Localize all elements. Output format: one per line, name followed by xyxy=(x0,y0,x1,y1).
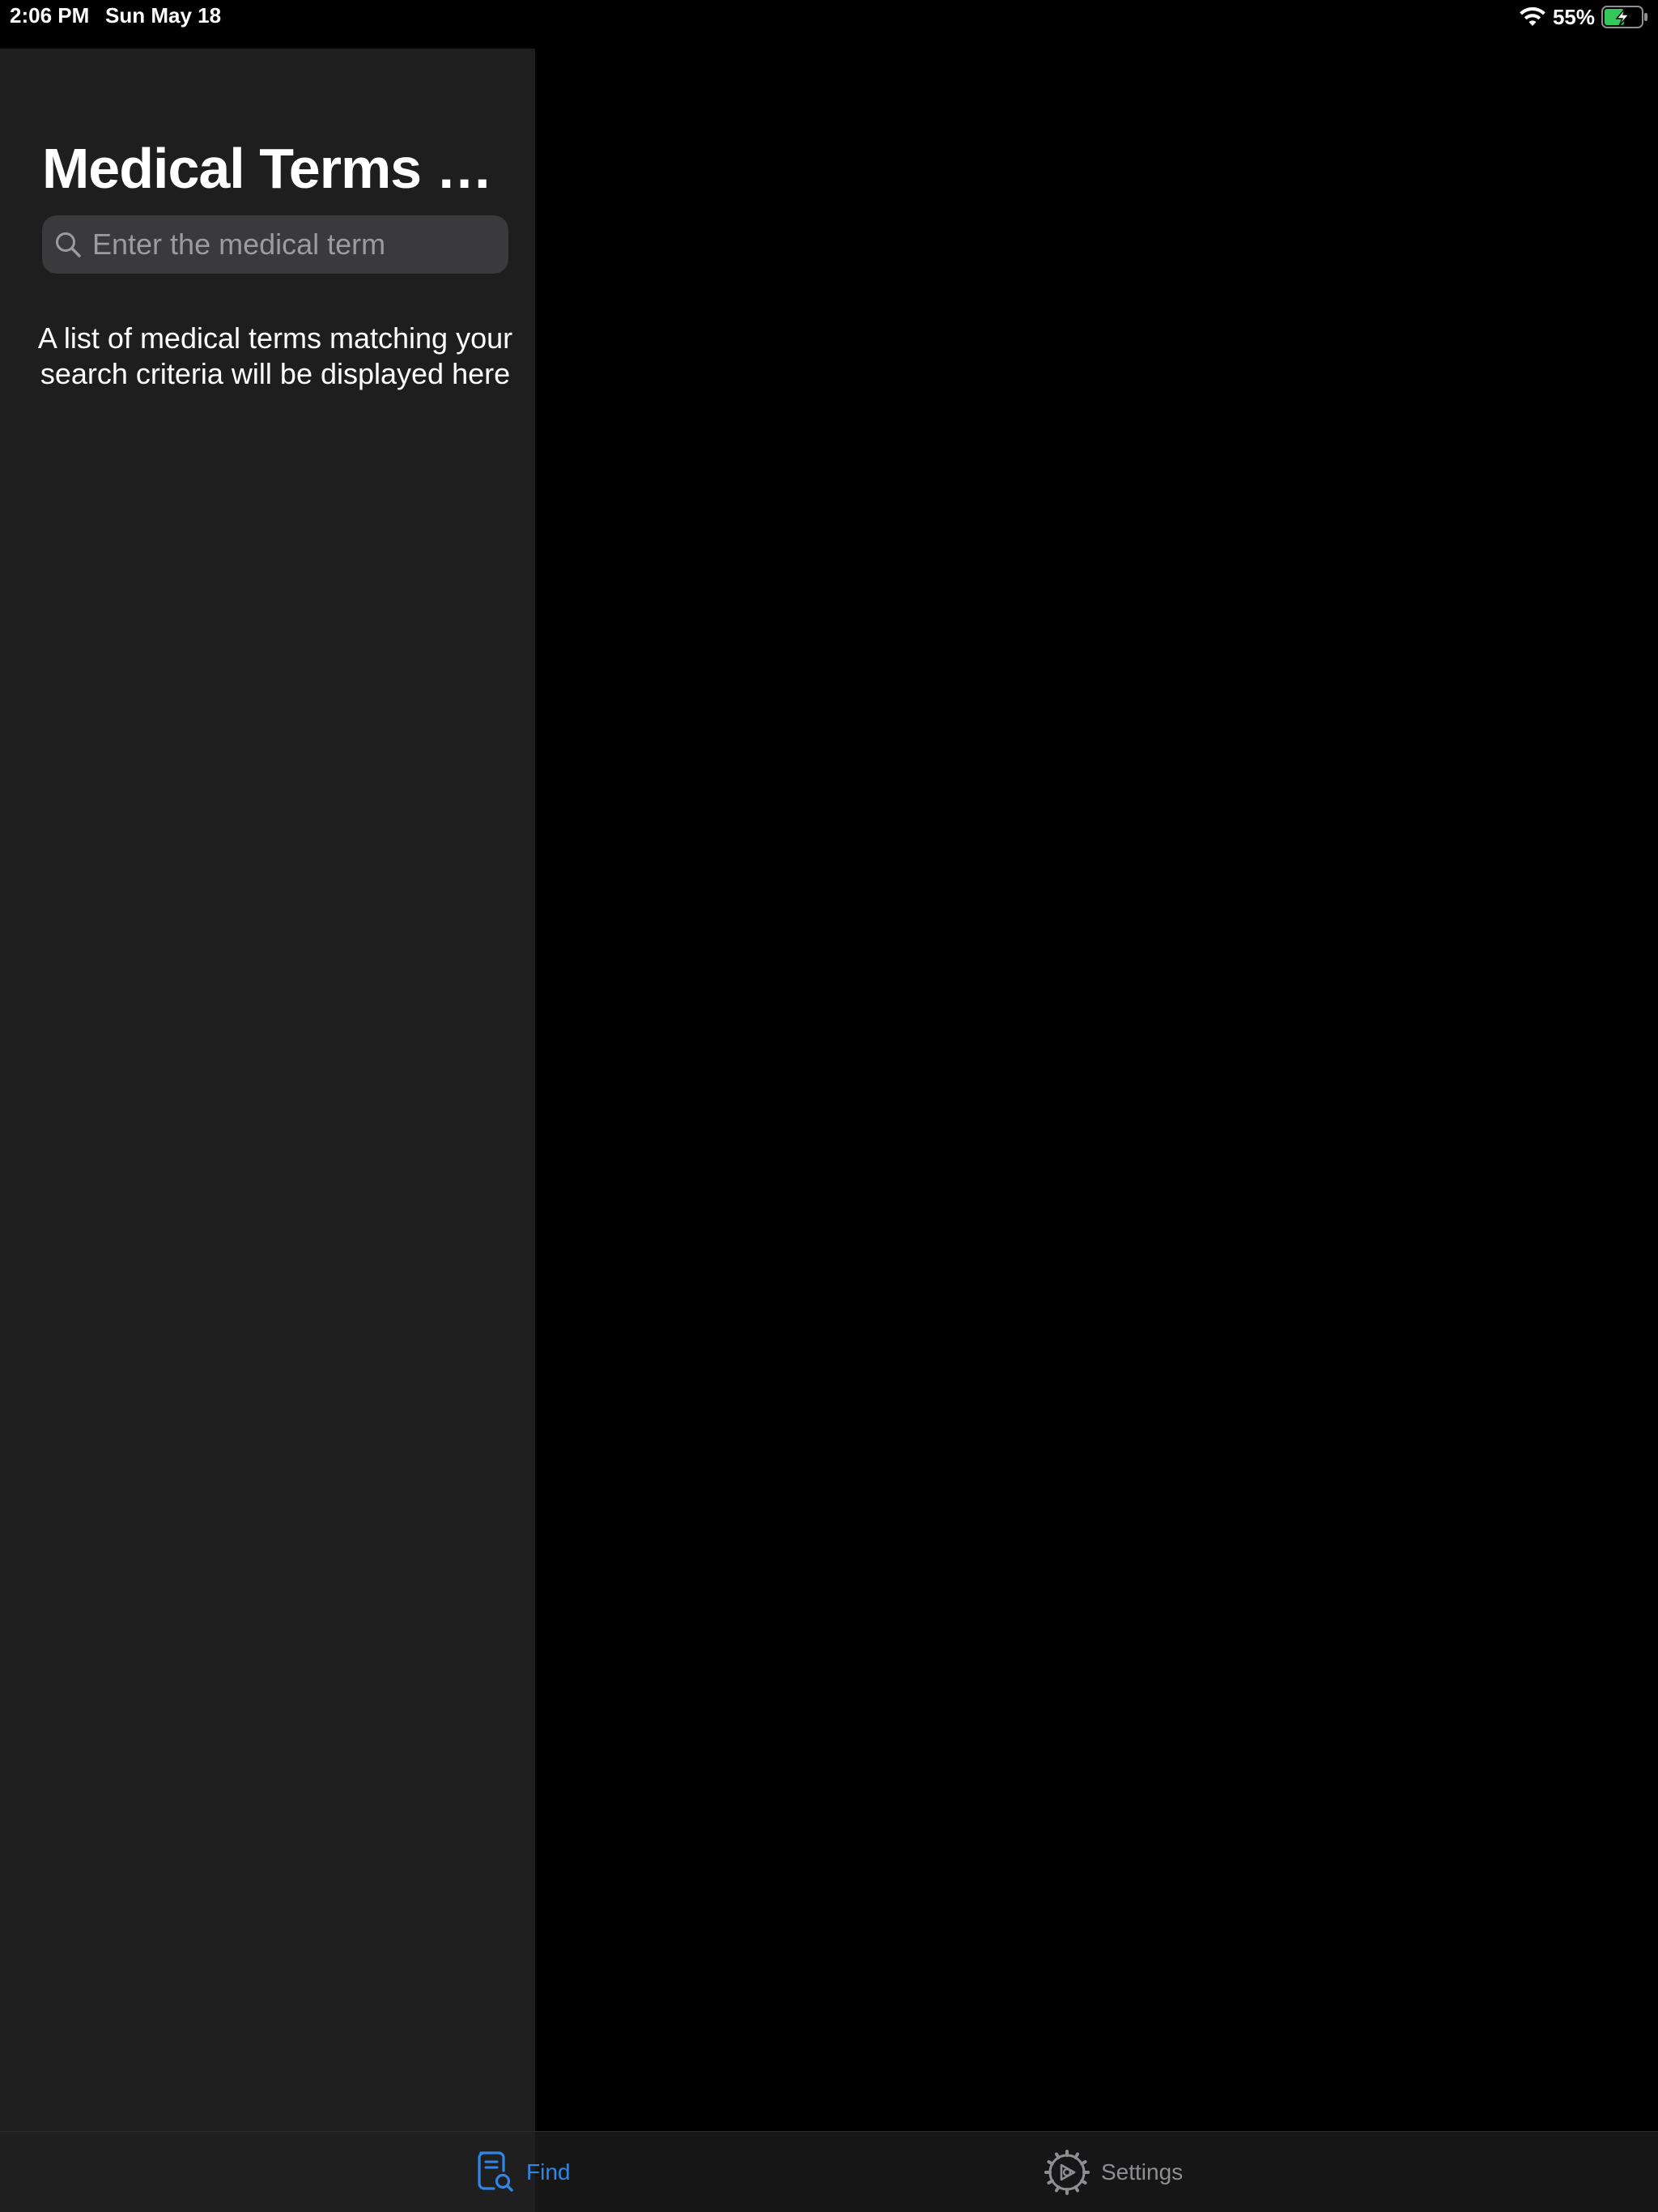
gear-tooth xyxy=(1047,2160,1054,2166)
gear-tooth xyxy=(1073,2152,1079,2159)
status-bar: 2:06 PM Sun May 18 55% xyxy=(0,0,1658,49)
page-title: Medical Terms S... xyxy=(42,137,512,200)
search-icon xyxy=(56,232,81,257)
sidebar: Medical Terms S... A list of medical ter… xyxy=(0,49,535,2131)
gear-tooth xyxy=(1055,2152,1061,2159)
wifi-icon xyxy=(1520,6,1545,26)
status-indicators: 55% xyxy=(1519,2,1648,32)
tab-find[interactable]: Find xyxy=(476,2150,570,2195)
tab-bar: Find Settings xyxy=(0,2131,1658,2212)
app-screen: 2:06 PM Sun May 18 55% Medical Terms S..… xyxy=(0,0,1658,2212)
detail-pane xyxy=(535,49,1658,2131)
tab-find-label: Find xyxy=(526,2159,571,2184)
gear-icon xyxy=(1044,2150,1090,2195)
status-date: Sun May 18 xyxy=(105,3,222,28)
tab-settings-label: Settings xyxy=(1101,2159,1184,2184)
gear-tooth xyxy=(1080,2179,1087,2184)
gear-tooth xyxy=(1080,2160,1087,2166)
tab-settings[interactable]: Settings xyxy=(1044,2150,1183,2195)
gear-tooth xyxy=(1047,2179,1054,2184)
tab-bar-sidebar-segment xyxy=(0,2132,535,2212)
search-input[interactable] xyxy=(92,220,508,269)
search-field[interactable] xyxy=(42,215,508,274)
status-time: 2:06 PM xyxy=(10,3,90,28)
gear-tooth xyxy=(1073,2185,1079,2193)
document-search-icon xyxy=(478,2151,513,2192)
battery-percentage: 55% xyxy=(1552,4,1595,29)
battery-charging-icon xyxy=(1601,6,1647,28)
empty-state-message: A list of medical terms matching your se… xyxy=(37,321,513,390)
gear-tooth xyxy=(1055,2185,1061,2193)
